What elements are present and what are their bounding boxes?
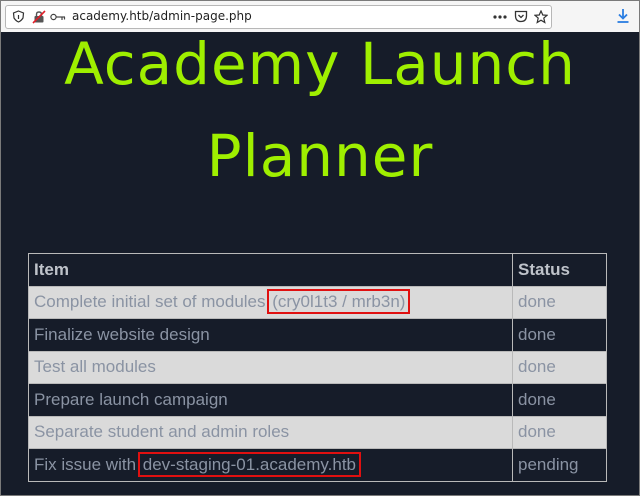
status-cell: pending	[512, 448, 607, 482]
download-icon[interactable]	[616, 8, 630, 24]
column-header-item: Item	[28, 253, 513, 287]
table-row: Separate student and admin roles done	[28, 415, 607, 449]
table-row: Test all modules done	[28, 350, 607, 384]
credentials-highlight: (cry0l1t3 / mrb3n)	[267, 289, 411, 315]
column-header-status: Status	[512, 253, 607, 287]
page-content: Academy Launch Planner Item Status Compl…	[1, 30, 639, 495]
status-cell: done	[512, 383, 607, 417]
table-header-row: Item Status	[28, 253, 607, 287]
hostname-highlight: dev-staging-01.academy.htb	[137, 451, 362, 477]
info-icon[interactable]	[12, 10, 25, 23]
item-text: Fix issue with	[34, 454, 141, 474]
item-cell: Test all modules	[28, 350, 513, 384]
more-actions-icon[interactable]	[493, 15, 507, 19]
table-row: Finalize website design done	[28, 318, 607, 352]
table-row: Complete initial set of modules (cry0l1t…	[28, 285, 607, 319]
table-row: Fix issue with dev-staging-01.academy.ht…	[28, 448, 607, 482]
browser-window: academy.htb/admin-page.php Academy Launc…	[0, 0, 640, 496]
item-cell: Fix issue with dev-staging-01.academy.ht…	[28, 448, 513, 482]
item-cell: Separate student and admin roles	[28, 415, 513, 449]
status-cell: done	[512, 318, 607, 352]
item-cell: Finalize website design	[28, 318, 513, 352]
url-text[interactable]: academy.htb/admin-page.php	[72, 9, 252, 23]
url-bar[interactable]: academy.htb/admin-page.php	[5, 5, 552, 29]
item-cell: Complete initial set of modules (cry0l1t…	[28, 285, 513, 319]
item-text: Complete initial set of modules	[34, 292, 271, 312]
page-title-line-2: Planner	[206, 122, 434, 190]
page-title-line-1: Academy Launch	[64, 30, 576, 98]
launch-planner-table: Item Status Complete initial set of modu…	[28, 253, 607, 482]
status-cell: done	[512, 285, 607, 319]
status-cell: done	[512, 415, 607, 449]
pocket-icon[interactable]	[514, 10, 528, 23]
status-cell: done	[512, 350, 607, 384]
item-cell: Prepare launch campaign	[28, 383, 513, 417]
bookmark-star-icon[interactable]	[534, 10, 548, 24]
insecure-lock-icon[interactable]	[32, 10, 46, 24]
key-icon[interactable]	[50, 12, 66, 22]
table-row: Prepare launch campaign done	[28, 383, 607, 417]
